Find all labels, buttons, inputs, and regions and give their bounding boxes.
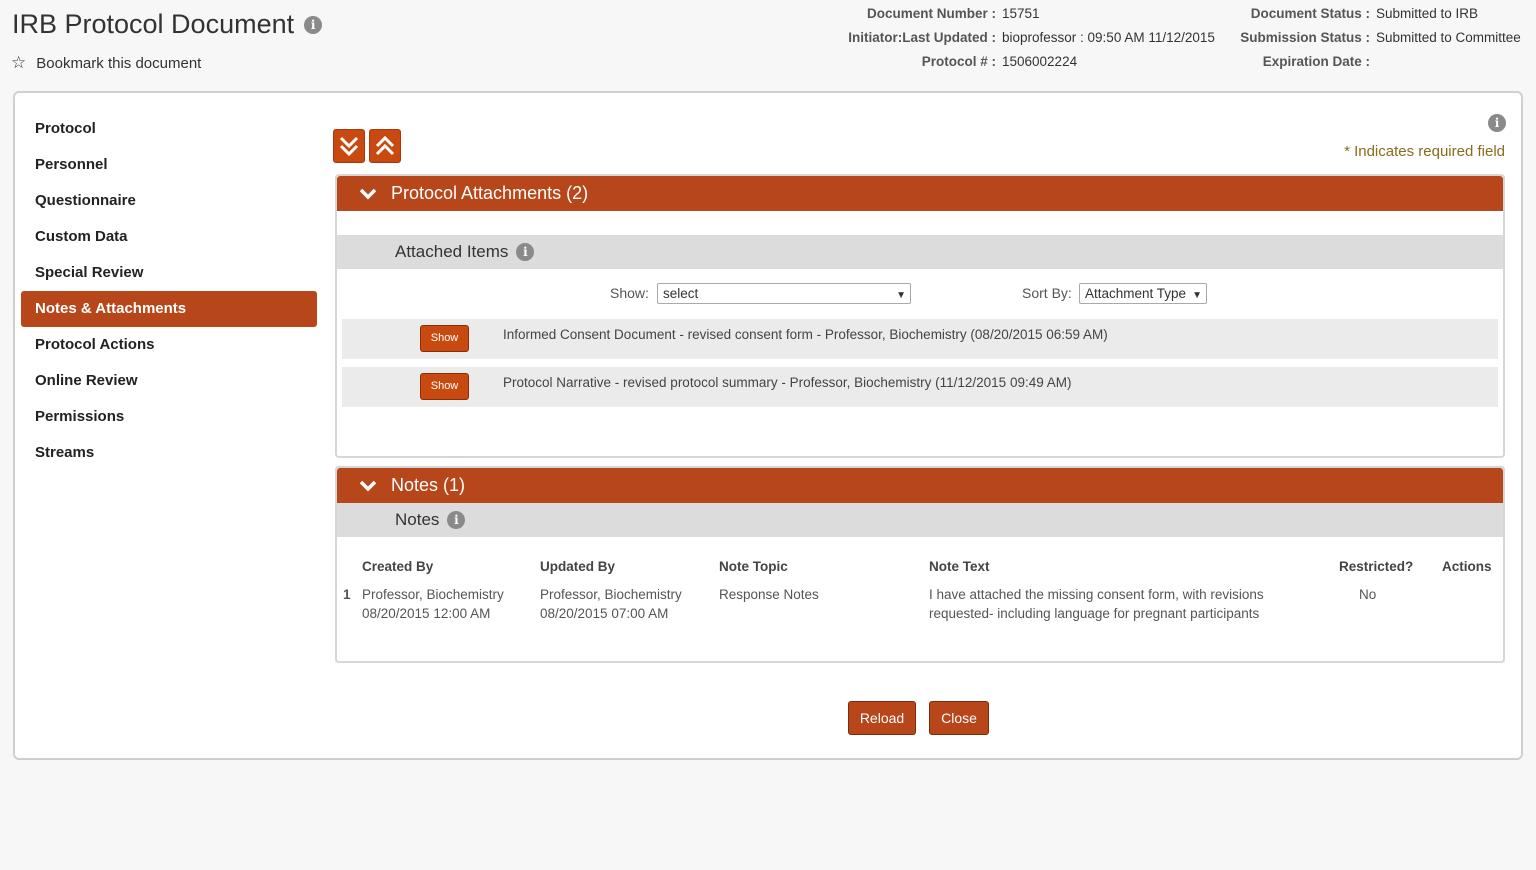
meta-label: Submission Status : — [1240, 30, 1370, 45]
sort-by-label: Sort By: — [1022, 285, 1072, 301]
attachments-panel-title: Protocol Attachments (2) — [391, 183, 589, 203]
column-header-created-by: Created By — [362, 559, 434, 574]
info-icon[interactable]: i — [516, 243, 535, 261]
panel-spacer — [337, 211, 1503, 235]
bookmark-link[interactable]: ☆ Bookmark this document — [11, 53, 201, 73]
show-filter-value: select — [663, 286, 699, 301]
sidebar-item-personnel[interactable]: Personnel — [21, 147, 317, 183]
info-icon[interactable]: i — [304, 15, 323, 34]
attachment-description: Protocol Narrative - revised protocol su… — [503, 375, 1072, 390]
meta-value: bioprofessor : 09:50 AM 11/12/2015 — [1002, 30, 1215, 45]
double-chevron-up-icon — [375, 135, 395, 156]
sort-by-select[interactable]: Attachment Type ▼ — [1079, 283, 1207, 304]
row-index: 1 — [343, 587, 351, 602]
chevron-down-icon: ▼ — [1192, 290, 1202, 301]
notes-panel: Notes (1) Notes i Created By Updated By … — [335, 466, 1505, 663]
note-topic-cell: Response Notes — [719, 587, 819, 602]
column-header-updated-by: Updated By — [540, 559, 616, 574]
show-filter-select[interactable]: select ▼ — [657, 283, 911, 304]
created-at-cell: 08/20/2015 12:00 AM — [362, 606, 491, 621]
sidebar-item-protocol[interactable]: Protocol — [21, 111, 317, 147]
sidebar-item-online-review[interactable]: Online Review — [21, 363, 317, 399]
meta-label: Document Status : — [1250, 6, 1370, 21]
page-title: IRB Protocol Document i — [12, 9, 323, 40]
double-chevron-down-icon — [339, 136, 359, 157]
notes-panel-title: Notes (1) — [391, 475, 466, 495]
sort-by-value: Attachment Type — [1085, 286, 1187, 301]
sidebar-nav: Protocol Personnel Questionnaire Custom … — [21, 111, 317, 471]
notes-subheader: Notes i — [337, 503, 1503, 537]
info-icon[interactable]: i — [447, 511, 466, 529]
sidebar-item-protocol-actions[interactable]: Protocol Actions — [21, 327, 317, 363]
meta-label: Document Number : — [866, 6, 996, 21]
note-text-cell: requested- including language for pregna… — [929, 606, 1260, 621]
document-meta-right: Document Status : Submitted to IRB Submis… — [1220, 2, 1521, 74]
meta-row: Initiator:Last Updated : bioprofessor : 0… — [820, 26, 1215, 50]
created-by-cell: Professor, Biochemistry — [362, 587, 504, 602]
meta-label: Protocol # : — [921, 54, 996, 69]
sidebar-item-permissions[interactable]: Permissions — [21, 399, 317, 435]
meta-label: Expiration Date : — [1262, 54, 1370, 69]
chevron-down-icon: ▼ — [896, 290, 906, 301]
main-content-box: Protocol Personnel Questionnaire Custom … — [13, 91, 1523, 760]
chevron-down-icon — [359, 188, 377, 199]
expand-all-button[interactable] — [333, 129, 365, 163]
chevron-down-icon — [359, 480, 377, 491]
column-header-note-text: Note Text — [929, 559, 990, 574]
attachment-filter-row: Show: select ▼ Sort By: Attachment Type … — [337, 269, 1503, 319]
attached-items-subheader: Attached Items i — [337, 235, 1503, 269]
updated-at-cell: 08/20/2015 07:00 AM — [540, 606, 669, 621]
notes-subtitle: Notes — [395, 510, 440, 529]
document-header: IRB Protocol Document i ☆ Bookmark this … — [0, 0, 1536, 90]
attachment-row: Show Protocol Narrative - revised protoc… — [342, 367, 1498, 407]
attachment-description: Informed Consent Document - revised cons… — [503, 327, 1108, 342]
sidebar-item-special-review[interactable]: Special Review — [21, 255, 317, 291]
meta-value — [1370, 50, 1376, 74]
notes-table: Created By Updated By Note Topic Note Te… — [337, 537, 1503, 662]
sidebar-item-questionnaire[interactable]: Questionnaire — [21, 183, 317, 219]
help-info-icon[interactable]: i — [1488, 114, 1506, 132]
meta-label: Initiator:Last Updated : — [848, 30, 996, 45]
close-button[interactable]: Close — [929, 701, 989, 735]
bookmark-label: Bookmark this document — [36, 54, 202, 72]
collapse-all-button[interactable] — [369, 129, 401, 163]
meta-row: Document Status : Submitted to IRB — [1220, 2, 1521, 26]
sidebar-item-custom-data[interactable]: Custom Data — [21, 219, 317, 255]
sidebar-item-streams[interactable]: Streams — [21, 435, 317, 471]
document-meta-left: Document Number : 15751 Initiator:Last Up… — [820, 2, 1215, 74]
meta-value: 1506002224 — [1002, 54, 1078, 69]
attachments-panel: Protocol Attachments (2) Attached Items … — [335, 174, 1505, 458]
restricted-cell: No — [1359, 587, 1377, 602]
attachment-row: Show Informed Consent Document - revised… — [342, 319, 1498, 359]
sidebar-item-notes-attachments[interactable]: Notes & Attachments — [21, 291, 317, 327]
show-attachment-button[interactable]: Show — [420, 325, 469, 352]
meta-row: Expiration Date : — [1220, 50, 1521, 74]
meta-row: Protocol # : 1506002224 — [820, 50, 1215, 74]
show-attachment-button[interactable]: Show — [420, 373, 469, 400]
column-header-note-topic: Note Topic — [719, 559, 788, 574]
column-header-actions: Actions — [1442, 559, 1492, 574]
show-filter-label: Show: — [610, 285, 649, 301]
star-icon: ☆ — [11, 53, 27, 72]
column-header-restricted: Restricted? — [1339, 559, 1414, 574]
meta-value: 15751 — [1002, 6, 1040, 21]
required-field-note: * Indicates required field — [1344, 143, 1505, 160]
meta-row: Document Number : 15751 — [820, 2, 1215, 26]
attached-items-title: Attached Items — [395, 242, 509, 261]
notes-panel-header[interactable]: Notes (1) — [337, 468, 1503, 503]
page-title-text: IRB Protocol Document — [12, 9, 295, 39]
note-text-cell: I have attached the missing consent form… — [929, 587, 1264, 602]
reload-button[interactable]: Reload — [848, 701, 916, 735]
meta-row: Submission Status : Submitted to Committe… — [1220, 26, 1521, 50]
updated-by-cell: Professor, Biochemistry — [540, 587, 682, 602]
attachments-panel-header[interactable]: Protocol Attachments (2) — [337, 176, 1503, 211]
meta-value: Submitted to IRB — [1376, 6, 1479, 21]
meta-value: Submitted to Committee — [1376, 30, 1521, 45]
